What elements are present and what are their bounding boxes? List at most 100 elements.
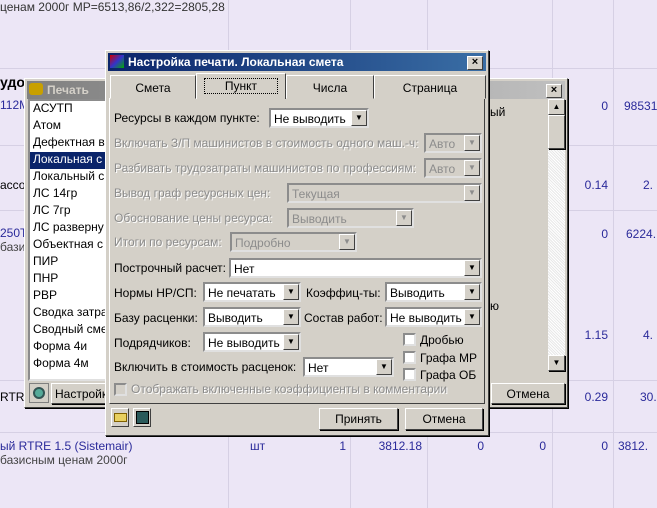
row-c1: 0	[477, 439, 484, 453]
tab-punkt-label: Пункт	[203, 78, 279, 94]
select-value: Авто	[429, 137, 456, 151]
list-item[interactable]: АСУТП	[30, 101, 109, 118]
dialog-title: Настройка печати. Локальная смета	[128, 55, 344, 69]
cell-value: 2.	[643, 178, 654, 192]
list-item[interactable]: ЛС 7гр	[30, 203, 109, 220]
select-value: Выводить	[292, 212, 347, 226]
list-item[interactable]: ПИР	[30, 254, 109, 271]
list-item[interactable]: Дефектная в	[30, 135, 109, 152]
row-fragment: удо	[0, 74, 25, 90]
list-item[interactable]: Форма 4и	[30, 339, 109, 356]
tab-chisla[interactable]: Числа	[286, 75, 374, 99]
print-window-title-text: Печать	[47, 83, 89, 97]
cell-value: 0	[601, 227, 608, 241]
close-icon[interactable]: ×	[546, 84, 562, 98]
print-settings-dialog: Настройка печати. Локальная смета × Смет…	[105, 50, 489, 436]
justification-label: Обоснование цены ресурса:	[114, 211, 273, 225]
header-text: ценам 2000г МР=6513,86/2,322=2805,28	[0, 0, 225, 14]
cell-value: 30.	[640, 390, 657, 404]
chevron-down-icon: ▼	[283, 334, 299, 350]
app-icon	[110, 55, 124, 68]
chevron-down-icon: ▼	[464, 309, 480, 325]
list-item[interactable]: Атом	[30, 118, 109, 135]
price-cols-select: Текущая ▼	[287, 183, 482, 203]
include-cost-select[interactable]: Нет ▼	[303, 357, 394, 377]
select-value: Не выводить	[390, 311, 462, 325]
cell-value: 0.14	[584, 178, 608, 192]
works-select[interactable]: Не выводить ▼	[385, 307, 482, 327]
scroll-up-icon[interactable]: ▲	[548, 99, 565, 115]
list-item[interactable]: Сводка затра	[30, 305, 109, 322]
tab-smeta[interactable]: Смета	[110, 75, 196, 99]
list-item[interactable]: ЛС 14гр	[30, 186, 109, 203]
row-total: 3812.	[618, 439, 649, 453]
select-value: Текущая	[292, 187, 340, 201]
scroll-thumb[interactable]	[548, 115, 565, 149]
settings-icon[interactable]	[29, 383, 49, 403]
row-subtext: базисным ценам 2000г	[0, 453, 128, 467]
show-coef-checkbox	[114, 383, 127, 396]
row-c2: 0	[539, 439, 546, 453]
select-value: Не выводить	[274, 112, 346, 126]
line-calc-select[interactable]: Нет ▼	[229, 258, 482, 278]
list-item-selected[interactable]: Локальная с	[30, 152, 109, 169]
chevron-down-icon: ▼	[339, 234, 355, 250]
select-value: Не печатать	[208, 286, 276, 300]
fraction-label: Дробью	[420, 333, 464, 347]
list-item[interactable]: РВР	[30, 288, 109, 305]
include-zp-label: Включать З/П машинистов в стоимость одно…	[114, 136, 419, 150]
row-fragment: ассо	[0, 178, 26, 192]
scroll-down-icon[interactable]: ▼	[548, 355, 565, 371]
base-label: Базу расценки:	[114, 311, 198, 325]
list-item[interactable]: ПНР	[30, 271, 109, 288]
coef-select[interactable]: Выводить ▼	[385, 282, 482, 302]
scrollbar[interactable]: ▲ ▼	[548, 99, 565, 371]
chevron-down-icon: ▼	[283, 284, 299, 300]
list-item[interactable]: Локальный с	[30, 169, 109, 186]
chevron-down-icon: ▼	[376, 359, 392, 375]
col-ob-checkbox[interactable]	[403, 368, 416, 381]
split-select: Авто ▼	[424, 158, 482, 178]
save-icon[interactable]	[133, 408, 151, 427]
row-name: ый RTRE 1.5 (Sistemair)	[0, 439, 133, 453]
list-item[interactable]: ЛС разверну	[30, 220, 109, 237]
list-item[interactable]: Форма 4м	[30, 356, 109, 373]
line-calc-label: Построчный расчет:	[114, 261, 226, 275]
list-item[interactable]: Сводный сме	[30, 322, 109, 339]
text-fragment: ый	[490, 105, 506, 119]
chevron-down-icon: ▼	[396, 210, 412, 226]
cell-value: 1.15	[584, 328, 608, 342]
row-qty: 1	[339, 439, 346, 453]
fraction-checkbox[interactable]	[403, 333, 416, 346]
base-select[interactable]: Выводить ▼	[203, 307, 301, 327]
text-fragment: ю	[490, 299, 499, 313]
tab-punkt[interactable]: Пункт	[196, 73, 286, 99]
settings-button[interactable]: Настройки	[51, 383, 111, 404]
accept-button[interactable]: Принять	[319, 408, 398, 430]
resources-select[interactable]: Не выводить ▼	[269, 108, 369, 128]
row-unit: шт	[250, 439, 266, 453]
norms-select[interactable]: Не печатать ▼	[203, 282, 301, 302]
select-value: Нет	[308, 361, 329, 375]
select-value: Авто	[429, 162, 456, 176]
close-icon[interactable]: ×	[467, 56, 483, 70]
tab-stranitsa[interactable]: Страница	[374, 75, 486, 99]
list-item[interactable]: Объектная с	[30, 237, 109, 254]
select-value: Выводить	[390, 286, 445, 300]
row-c3: 0	[601, 439, 608, 453]
report-list[interactable]: АСУТП Атом Дефектная в Локальная с Локал…	[28, 99, 111, 381]
cell-value: 0.29	[584, 390, 608, 404]
show-coef-label: Отображать включенные коэффициенты в ком…	[131, 382, 448, 396]
include-zp-select: Авто ▼	[424, 133, 482, 153]
contractors-label: Подрядчиков:	[114, 336, 191, 350]
col-mr-checkbox[interactable]	[403, 351, 416, 364]
col-ob-label: Графа ОБ	[420, 368, 477, 382]
chevron-down-icon: ▼	[464, 160, 480, 176]
justification-select: Выводить ▼	[287, 208, 414, 228]
folder-open-icon[interactable]	[111, 408, 129, 427]
contractors-select[interactable]: Не выводить ▼	[203, 332, 301, 352]
print-cancel-button[interactable]: Отмена	[491, 383, 565, 404]
chevron-down-icon: ▼	[464, 135, 480, 151]
cancel-button[interactable]: Отмена	[405, 408, 483, 430]
chevron-down-icon: ▼	[464, 284, 480, 300]
